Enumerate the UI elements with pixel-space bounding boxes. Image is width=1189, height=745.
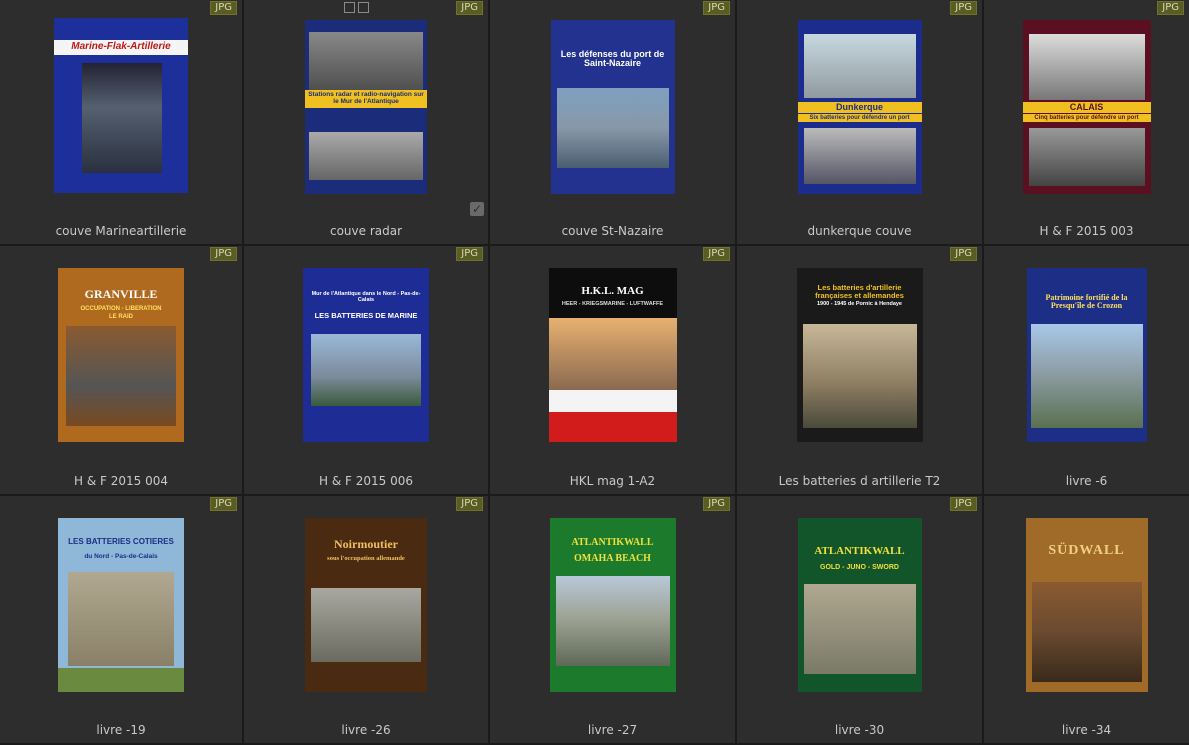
thumbnail-caption: couve radar: [329, 224, 403, 238]
file-type-badge: JPG: [210, 497, 237, 511]
thumbnail-caption: livre -30: [834, 723, 885, 737]
rotate-icon[interactable]: [358, 2, 369, 13]
thumbnail-cell[interactable]: JPG LES BATTERIES COTIERES du Nord - Pas…: [0, 496, 244, 745]
file-type-badge: JPG: [703, 1, 730, 15]
book-cover-thumbnail[interactable]: Noirmoutier sous l'occupation allemande: [305, 518, 427, 692]
book-cover-thumbnail[interactable]: H.K.L. MAG HEER - KRIEGSMARINE - LUFTWAF…: [548, 268, 677, 442]
cover-title: LES BATTERIES DE MARINE: [314, 311, 418, 320]
thumbnail-cell[interactable]: JPG Marine-Flak-Artillerie couve Marinea…: [0, 0, 244, 246]
book-cover-thumbnail[interactable]: Stations radar et radio-navigation sur l…: [305, 20, 427, 194]
book-cover-thumbnail[interactable]: Patrimoine fortifié de la Presqu'île de …: [1026, 268, 1147, 442]
file-type-badge: JPG: [1157, 1, 1184, 15]
book-cover-thumbnail[interactable]: GRANVILLE OCCUPATION - LIBERATION LE RAI…: [58, 268, 184, 442]
thumbnail-cell[interactable]: JPG ATLANTIKWALL GOLD - JUNO - SWORD liv…: [737, 496, 984, 745]
cover-subtitle: 1900 - 1945 de Pornic à Hendaye: [817, 301, 902, 307]
cover-subtitle: du Nord - Pas-de-Calais: [84, 553, 158, 560]
thumbnail-cell[interactable]: Patrimoine fortifié de la Presqu'île de …: [984, 246, 1189, 496]
thumbnail-cell[interactable]: JPG Stations radar et radio-navigation s…: [244, 0, 490, 246]
book-cover-thumbnail[interactable]: Les défenses du port de Saint-Nazaire: [550, 20, 675, 194]
thumbnail-cell[interactable]: JPG ATLANTIKWALL OMAHA BEACH livre -27: [490, 496, 737, 745]
thumbnail-caption: livre -34: [1061, 723, 1112, 737]
selection-icons[interactable]: [344, 2, 369, 13]
file-type-badge: JPG: [210, 247, 237, 261]
file-type-badge: JPG: [456, 497, 483, 511]
file-type-badge: JPG: [210, 1, 237, 15]
square-icon[interactable]: [344, 2, 355, 13]
book-cover-thumbnail[interactable]: CALAIS Cinq batteries pour défendre un p…: [1022, 20, 1151, 194]
cover-title: Les batteries d'artillerie françaises et…: [815, 283, 904, 300]
book-cover-thumbnail[interactable]: LES BATTERIES COTIERES du Nord - Pas-de-…: [58, 518, 184, 692]
thumbnail-cell[interactable]: JPG Dunkerque Six batteries pour défendr…: [737, 0, 984, 246]
cover-title: Les défenses du port de Saint-Nazaire: [560, 49, 665, 69]
thumbnail-cell[interactable]: JPG CALAIS Cinq batteries pour défendre …: [984, 0, 1189, 246]
file-type-badge: JPG: [703, 497, 730, 511]
cover-title: H.K.L. MAG: [581, 285, 644, 297]
thumbnail-caption: livre -19: [96, 723, 146, 737]
book-cover-thumbnail[interactable]: Marine-Flak-Artillerie: [54, 18, 188, 193]
thumbnail-cell[interactable]: JPG Les défenses du port de Saint-Nazair…: [490, 0, 737, 246]
thumbnail-cell[interactable]: JPG Mur de l'Atlantique dans le Nord - P…: [244, 246, 490, 496]
file-type-badge: JPG: [456, 1, 483, 15]
cover-subtitle: OCCUPATION - LIBERATION: [80, 306, 162, 312]
thumbnail-cell[interactable]: JPG GRANVILLE OCCUPATION - LIBERATION LE…: [0, 246, 244, 496]
book-cover-thumbnail[interactable]: SÜDWALL: [1025, 518, 1148, 692]
cover-title: GRANVILLE: [84, 287, 158, 301]
cover-subtitle: HEER - KRIEGSMARINE - LUFTWAFFE: [561, 301, 664, 307]
thumbnail-caption: livre -6: [1065, 474, 1108, 488]
book-cover-thumbnail[interactable]: ATLANTIKWALL GOLD - JUNO - SWORD: [797, 518, 922, 692]
cover-title: Noirmoutier: [334, 537, 398, 551]
book-cover-thumbnail[interactable]: Les batteries d'artillerie françaises et…: [796, 268, 923, 442]
thumbnail-cell[interactable]: SÜDWALL livre -34: [984, 496, 1189, 745]
book-cover-thumbnail[interactable]: Dunkerque Six batteries pour défendre un…: [797, 20, 922, 194]
file-type-badge: JPG: [950, 1, 977, 15]
cover-title: Patrimoine fortifié de la Presqu'île de …: [1045, 293, 1128, 311]
thumbnail-cell[interactable]: JPG Les batteries d'artillerie française…: [737, 246, 984, 496]
cover-subtitle-2: LE RAID: [109, 314, 133, 320]
thumbnail-caption: couve Marineartillerie: [55, 224, 187, 238]
cover-subtitle: Six batteries pour défendre un port: [797, 114, 922, 123]
cover-title: Stations radar et radio-navigation sur l…: [305, 90, 427, 108]
cover-subtitle: OMAHA BEACH: [574, 553, 651, 564]
book-cover-thumbnail[interactable]: Mur de l'Atlantique dans le Nord - Pas-d…: [303, 268, 429, 442]
file-type-badge: JPG: [950, 497, 977, 511]
thumbnail-caption: livre -26: [341, 723, 391, 737]
cover-title: CALAIS: [1022, 102, 1151, 114]
thumbnail-caption: H & F 2015 006: [319, 474, 413, 488]
thumbnail-caption: H & F 2015 003: [1039, 224, 1134, 238]
thumbnail-grid: JPG Marine-Flak-Artillerie couve Marinea…: [0, 0, 1189, 745]
file-type-badge: JPG: [950, 247, 977, 261]
thumbnail-caption: Les batteries d artillerie T2: [778, 474, 941, 488]
cover-title: LES BATTERIES COTIERES: [68, 537, 174, 546]
thumbnail-cell[interactable]: JPG Noirmoutier sous l'occupation allema…: [244, 496, 490, 745]
cover-subtitle: GOLD - JUNO - SWORD: [820, 564, 899, 571]
thumbnail-caption: livre -27: [587, 723, 638, 737]
cover-subtitle: sous l'occupation allemande: [327, 555, 405, 562]
cover-title: ATLANTIKWALL: [571, 537, 654, 548]
cover-subtitle: Mur de l'Atlantique dans le Nord - Pas-d…: [311, 291, 421, 303]
book-cover-thumbnail[interactable]: ATLANTIKWALL OMAHA BEACH: [549, 518, 676, 692]
thumbnail-caption: H & F 2015 004: [74, 474, 168, 488]
file-type-badge: JPG: [456, 247, 483, 261]
cover-subtitle: Cinq batteries pour défendre un port: [1022, 114, 1151, 123]
cover-title: ATLANTIKWALL: [814, 545, 905, 557]
file-type-badge: JPG: [703, 247, 730, 261]
cover-title: Dunkerque: [797, 102, 922, 114]
cover-title: SÜDWALL: [1048, 543, 1125, 558]
thumbnail-caption: couve St-Nazaire: [561, 224, 664, 238]
thumbnail-caption: dunkerque couve: [807, 224, 912, 238]
cover-title: Marine-Flak-Artillerie: [54, 40, 188, 55]
thumbnail-cell[interactable]: JPG H.K.L. MAG HEER - KRIEGSMARINE - LUF…: [490, 246, 737, 496]
thumbnail-caption: HKL mag 1-A2: [569, 474, 656, 488]
checkbox-icon[interactable]: ✓: [470, 202, 484, 216]
